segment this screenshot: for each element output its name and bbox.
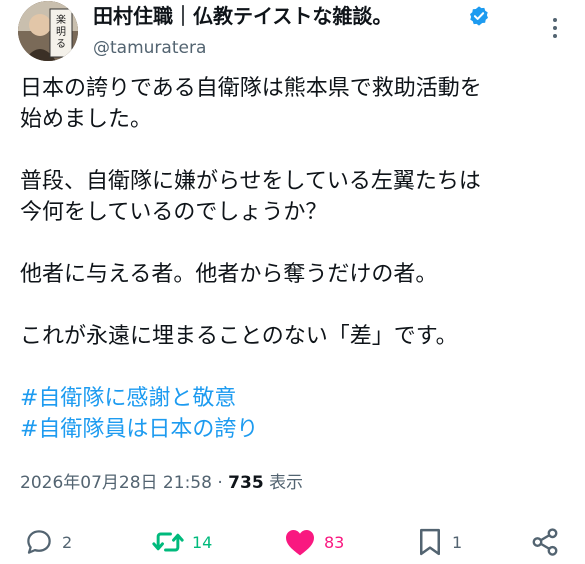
more-options-icon[interactable] [548, 18, 562, 42]
share-button[interactable] [530, 522, 560, 562]
svg-text:る: る [56, 38, 66, 50]
heart-icon [286, 530, 314, 556]
tweet-line: 始めました。 [20, 107, 153, 132]
avatar-image: 楽 明 る [18, 1, 78, 61]
like-button[interactable]: 83 [284, 522, 344, 562]
hashtag-link[interactable]: #自衛隊員は日本の誇り [20, 414, 565, 445]
tweet-line: 普段、自衛隊に嫌がらせをしている左翼たちは [20, 169, 481, 194]
svg-text:明: 明 [56, 26, 66, 38]
tweet-line: 他者に与える者。他者から奪うだけの者。 [20, 262, 438, 287]
timestamp[interactable]: 2026年07月28日 21:58 [20, 473, 212, 493]
tweet-line: これが永遠に埋まることのない「差」です。 [20, 324, 458, 349]
svg-text:楽: 楽 [56, 13, 66, 26]
tweet-line: 日本の誇りである自衛隊は熊本県で救助活動を [20, 76, 482, 101]
bookmark-icon [420, 528, 440, 556]
action-bar: 2 14 83 1 [0, 522, 585, 562]
retweet-button[interactable]: 14 [152, 522, 212, 562]
separator-dot: · [217, 473, 223, 493]
retweet-icon [152, 532, 184, 552]
tweet-meta: 2026年07月28日 21:58 · 735 表示 [20, 470, 303, 496]
reply-count: 2 [62, 532, 73, 552]
share-icon [532, 528, 558, 556]
tweet-card: 楽 明 る 田村住職｜仏教テイストな雑談。 @tamuratera 日本の誇りで… [0, 0, 585, 564]
tweet-line: 今何をしているのでしょうか？ [20, 200, 328, 225]
hashtag-link[interactable]: #自衛隊に感謝と敬意 [20, 383, 565, 414]
reply-icon [27, 530, 51, 554]
avatar[interactable]: 楽 明 る [18, 1, 78, 61]
author-display-name[interactable]: 田村住職｜仏教テイストな雑談。 [93, 3, 392, 29]
views-label: 表示 [269, 473, 304, 493]
retweet-count: 14 [192, 532, 213, 552]
verified-badge-icon [470, 6, 488, 26]
bookmark-count: 1 [452, 532, 463, 552]
like-count: 83 [324, 532, 345, 552]
author-handle[interactable]: @tamuratera [93, 37, 206, 59]
bookmark-button[interactable]: 1 [416, 522, 462, 562]
views-count: 735 [228, 473, 264, 493]
reply-button[interactable]: 2 [24, 522, 72, 562]
tweet-text: 日本の誇りである自衛隊は熊本県で救助活動を 始めました。 普段、自衛隊に嫌がらせ… [20, 73, 565, 445]
